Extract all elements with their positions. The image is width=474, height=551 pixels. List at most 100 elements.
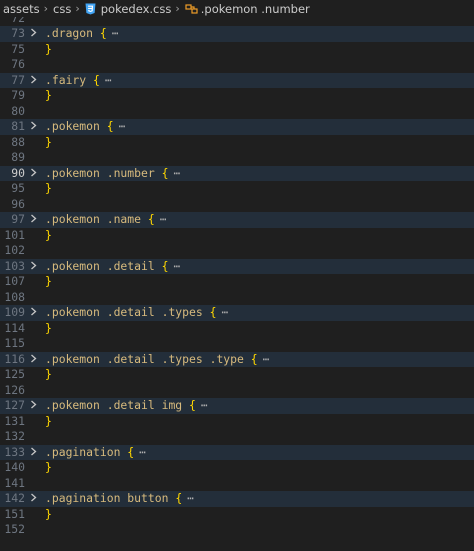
code-text[interactable]: } <box>45 274 52 290</box>
chevron-right-icon[interactable] <box>30 212 37 228</box>
folded-region-ellipsis-icon[interactable]: ⋯ <box>173 166 180 180</box>
code-line[interactable]: 76 <box>0 57 474 73</box>
code-line[interactable]: 114} <box>0 321 474 337</box>
line-number: 76 <box>11 57 25 71</box>
code-text[interactable]: .pokemon .name {⋯ <box>45 212 167 228</box>
code-line[interactable]: 75} <box>0 42 474 58</box>
folded-code-line[interactable]: 109 .pokemon .detail .types {⋯ <box>0 305 474 321</box>
folded-region-ellipsis-icon[interactable]: ⋯ <box>221 305 228 319</box>
code-line[interactable]: 95} <box>0 181 474 197</box>
code-text[interactable]: } <box>45 228 52 244</box>
code-line[interactable]: 88} <box>0 135 474 151</box>
code-text[interactable]: .fairy {⋯ <box>45 73 112 89</box>
chevron-right-icon[interactable] <box>30 491 37 507</box>
code-line[interactable]: 89 <box>0 150 474 166</box>
folded-region-ellipsis-icon[interactable]: ⋯ <box>187 491 194 505</box>
code-editor[interactable]: assets › css › pokedex.css › .pokemon .n… <box>0 0 474 551</box>
code-text[interactable]: } <box>45 367 52 383</box>
line-number: 89 <box>11 150 25 164</box>
code-text[interactable]: } <box>45 181 52 197</box>
code-text[interactable]: } <box>45 507 52 523</box>
folded-region-ellipsis-icon[interactable]: ⋯ <box>119 119 126 133</box>
folded-code-line[interactable]: 77 .fairy {⋯ <box>0 72 474 89</box>
code-text[interactable]: .pokemon .detail .types {⋯ <box>45 305 228 321</box>
chevron-right-icon[interactable] <box>30 26 37 42</box>
chevron-right-icon[interactable] <box>30 119 37 135</box>
breadcrumb-item-file[interactable]: pokedex.css <box>101 2 172 16</box>
folded-code-line[interactable]: 142 .pagination button {⋯ <box>0 491 474 507</box>
folded-code-line[interactable]: 127 .pokemon .detail img {⋯ <box>0 398 474 414</box>
code-text[interactable]: .pokemon {⋯ <box>45 119 125 135</box>
line-number: 108 <box>4 289 25 304</box>
folded-code-line[interactable]: 103 .pokemon .detail {⋯ <box>0 258 474 275</box>
chevron-right-icon[interactable] <box>30 352 37 368</box>
code-line[interactable]: 140} <box>0 460 474 476</box>
code-text[interactable]: .dragon {⋯ <box>45 26 119 42</box>
line-number: 88 <box>11 134 25 149</box>
code-line[interactable]: 108 <box>0 290 474 306</box>
code-line[interactable]: 141 <box>0 476 474 492</box>
chevron-right-icon[interactable] <box>30 259 37 275</box>
chevron-right-icon[interactable] <box>30 305 37 321</box>
css-selector: .pokemon .detail .types .type <box>45 351 244 366</box>
code-text[interactable]: .pokemon .detail .types .type { ⋯ <box>45 352 269 368</box>
line-number: 131 <box>4 413 25 428</box>
line-number: 90 <box>11 165 25 180</box>
line-number: 81 <box>11 119 25 133</box>
code-line[interactable]: 96 <box>0 197 474 213</box>
chevron-right-icon[interactable] <box>30 166 37 182</box>
code-line[interactable]: 125} <box>0 367 474 383</box>
code-line[interactable]: 107} <box>0 274 474 290</box>
folded-region-ellipsis-icon[interactable]: ⋯ <box>173 259 180 273</box>
breadcrumb-item-symbol[interactable]: .pokemon .number <box>201 2 310 16</box>
code-line[interactable]: 132 <box>0 429 474 445</box>
folded-region-ellipsis-icon[interactable]: ⋯ <box>112 26 119 40</box>
code-text[interactable]: .pokemon .detail {⋯ <box>45 259 180 275</box>
code-line[interactable]: 79} <box>0 88 474 104</box>
folded-code-line[interactable]: 81 .pokemon {⋯ <box>0 119 474 135</box>
code-text[interactable]: } <box>45 88 52 104</box>
code-text[interactable]: } <box>45 460 52 476</box>
chevron-right-icon[interactable] <box>30 445 37 461</box>
close-brace: } <box>45 181 52 195</box>
breadcrumb-item-css[interactable]: css <box>53 2 71 16</box>
code-line[interactable]: 131} <box>0 414 474 430</box>
code-text[interactable]: } <box>45 414 52 430</box>
code-text[interactable]: } <box>45 135 52 151</box>
code-text[interactable]: .pokemon .detail img {⋯ <box>45 398 208 414</box>
code-line[interactable]: 126 <box>0 383 474 399</box>
breadcrumb-separator-icon: › <box>75 2 80 15</box>
folded-code-line[interactable]: 73 .dragon {⋯ <box>0 26 474 42</box>
folded-code-line[interactable]: 116 .pokemon .detail .types .type {⋯ <box>0 351 474 368</box>
code-line[interactable]: 80 <box>0 104 474 120</box>
folded-region-ellipsis-icon[interactable]: ⋯ <box>160 212 167 226</box>
folded-region-ellipsis-icon[interactable]: ⋯ <box>139 445 146 459</box>
folded-region-ellipsis-icon[interactable]: ⋯ <box>201 398 208 412</box>
code-text[interactable]: .pokemon .number {⋯ <box>45 166 180 182</box>
code-line[interactable]: 152 <box>0 522 474 538</box>
chevron-right-icon[interactable] <box>30 73 37 89</box>
breadcrumb-item-assets[interactable]: assets <box>3 2 40 16</box>
code-text[interactable]: .pagination {⋯ <box>45 445 146 461</box>
open-brace: { <box>250 351 258 366</box>
line-number: 97 <box>11 212 25 226</box>
code-text[interactable]: .pagination button {⋯ <box>45 491 194 507</box>
chevron-right-icon[interactable] <box>30 398 37 414</box>
open-brace: { <box>189 398 196 412</box>
folded-code-line[interactable]: 90 .pokemon .number {⋯ <box>0 165 474 182</box>
line-number: 125 <box>4 367 25 381</box>
folded-code-line[interactable]: 97 .pokemon .name {⋯ <box>0 212 474 228</box>
code-line[interactable]: 151} <box>0 507 474 523</box>
folded-region-ellipsis-icon[interactable]: ⋯ <box>263 352 270 366</box>
code-text[interactable]: } <box>45 321 52 337</box>
line-number: 79 <box>11 88 25 102</box>
code-text[interactable]: } <box>45 42 52 58</box>
code-line[interactable]: 115 <box>0 336 474 352</box>
code-line[interactable]: 101} <box>0 228 474 244</box>
code-line[interactable]: 102 <box>0 243 474 259</box>
folded-code-line[interactable]: 133 .pagination {⋯ <box>0 444 474 461</box>
open-brace: { <box>209 305 217 319</box>
open-brace: { <box>161 165 169 180</box>
folded-region-ellipsis-icon[interactable]: ⋯ <box>105 73 112 87</box>
open-brace: { <box>147 212 155 226</box>
